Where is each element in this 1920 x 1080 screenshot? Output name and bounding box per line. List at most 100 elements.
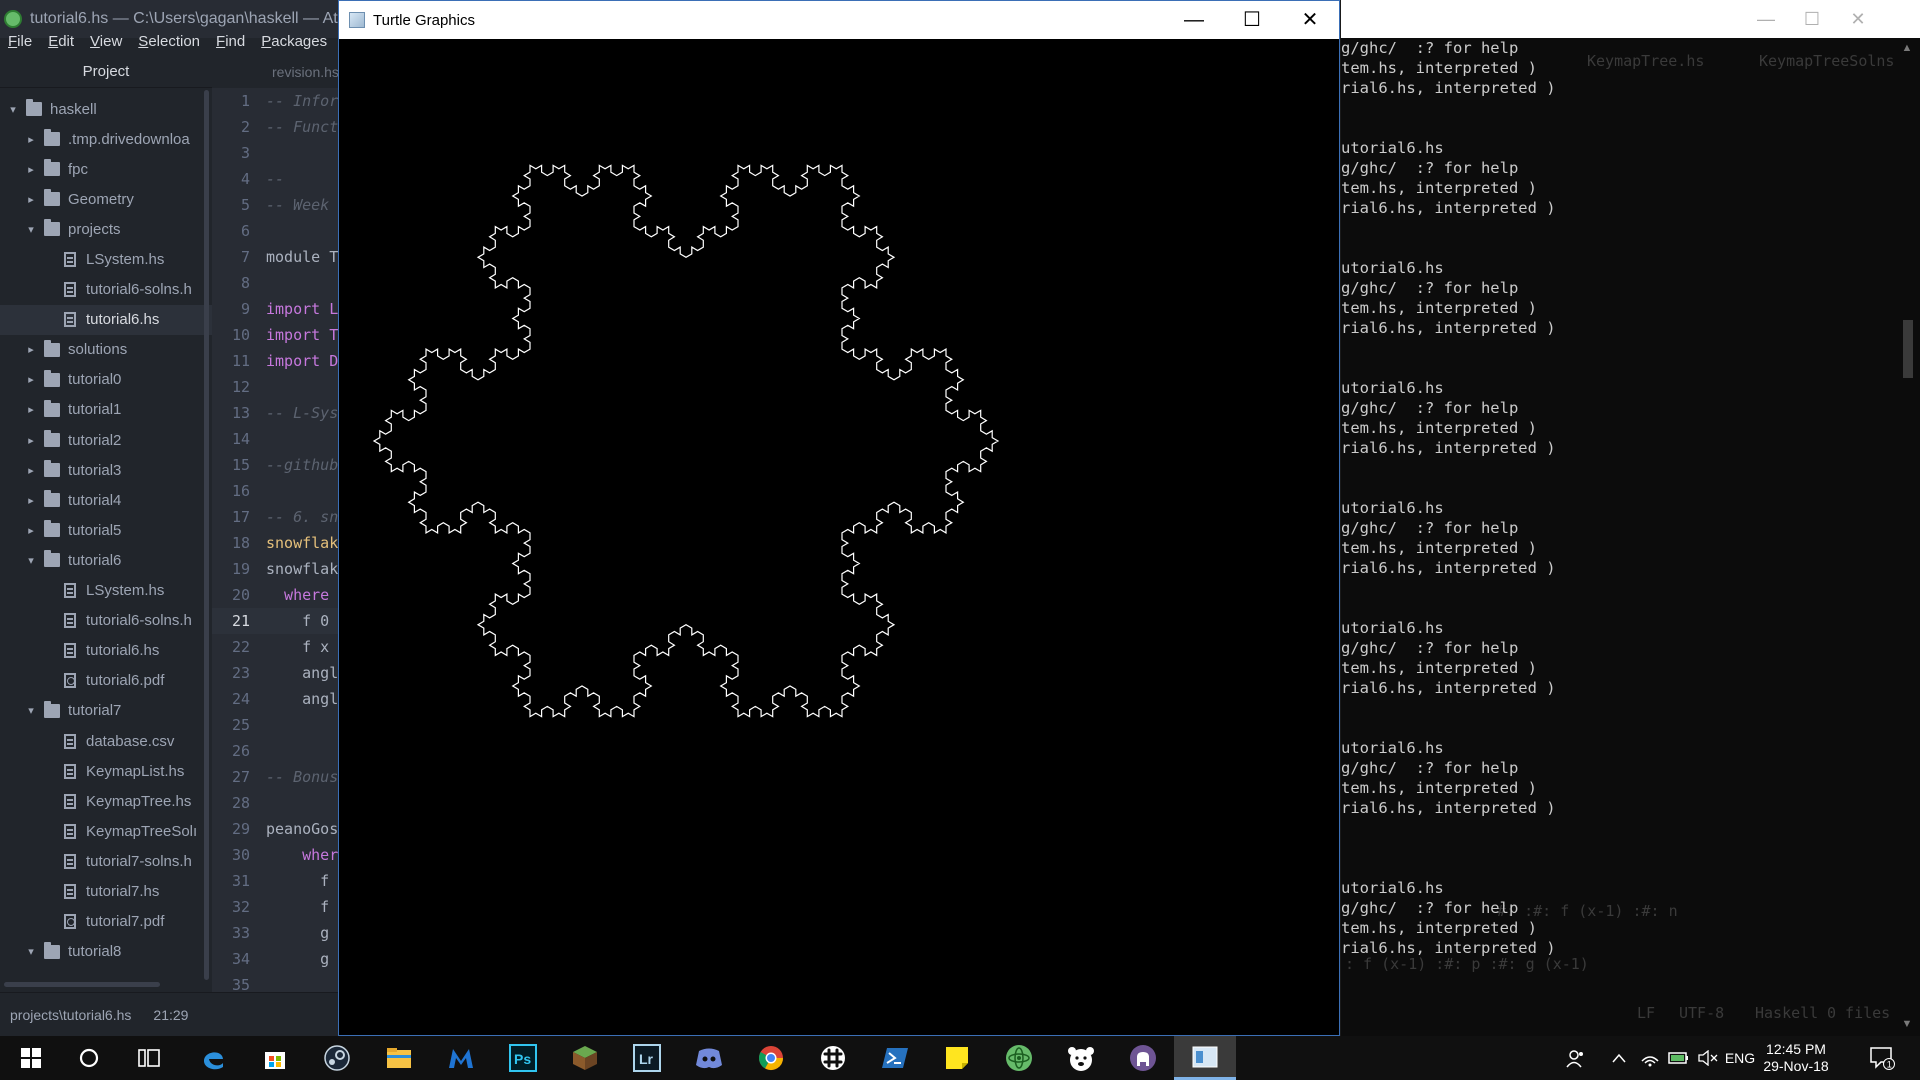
lightroom-button[interactable]: Lr <box>616 1036 678 1080</box>
action-center-button[interactable]: 1 <box>1862 1036 1902 1080</box>
code-line[interactable]: snowflak <box>258 556 340 582</box>
wifi-button[interactable] <box>1636 1036 1664 1080</box>
tree-folder-haskell[interactable]: ▾ haskell <box>0 94 212 124</box>
cortana-button[interactable] <box>58 1036 120 1080</box>
code-line[interactable]: wher <box>258 842 340 868</box>
tree-file-tutorial6-pdf[interactable]: tutorial6.pdf <box>0 666 212 696</box>
slack-button[interactable] <box>802 1036 864 1080</box>
code-line[interactable]: -- Infor <box>258 88 340 114</box>
code-line[interactable]: peanoGos <box>258 816 340 842</box>
minecraft-button[interactable] <box>554 1036 616 1080</box>
scroll-down-arrow-icon[interactable]: ▼ <box>1893 1014 1920 1034</box>
tree-file-lsystem-hs[interactable]: LSystem.hs <box>0 244 212 274</box>
code-line[interactable]: -- Week <box>258 192 340 218</box>
tree-vertical-scrollbar[interactable] <box>204 90 209 980</box>
code-line[interactable]: -- <box>258 166 340 192</box>
code-line[interactable]: f <box>258 894 340 920</box>
tree-folder-tutorial2[interactable]: ▸ tutorial2 <box>0 425 212 455</box>
tree-folder-tutorial4[interactable]: ▸ tutorial4 <box>0 485 212 515</box>
tree-file-lsystem-hs[interactable]: LSystem.hs <box>0 576 212 606</box>
turtle-titlebar[interactable]: Turtle Graphics — ☐ ✕ <box>339 1 1339 39</box>
code-line[interactable]: f x <box>258 634 340 660</box>
code-line[interactable]: import D <box>258 348 340 374</box>
people-button[interactable] <box>1558 1036 1594 1080</box>
code-line[interactable]: -- L-Sys <box>258 400 340 426</box>
code-line[interactable] <box>258 426 340 452</box>
code-line[interactable]: f 0 <box>258 608 340 634</box>
malwarebytes-button[interactable] <box>430 1036 492 1080</box>
menu-item-find[interactable]: Find <box>216 33 253 50</box>
chrome-button[interactable] <box>740 1036 802 1080</box>
code-editor[interactable]: -- Infor -- Funct -- -- Week module T import … <box>258 88 340 992</box>
terminal-scroll-thumb[interactable] <box>1903 320 1913 378</box>
discord-button[interactable] <box>678 1036 740 1080</box>
turtle-minimize-button[interactable]: — <box>1165 1 1223 39</box>
edge-button[interactable] <box>182 1036 244 1080</box>
file-explorer-button[interactable] <box>368 1036 430 1080</box>
menu-item-edit[interactable]: Edit <box>48 33 82 50</box>
turtle-close-button[interactable]: ✕ <box>1281 1 1339 39</box>
tree-folder-geometry[interactable]: ▸ Geometry <box>0 184 212 214</box>
code-line[interactable]: where <box>258 582 340 608</box>
status-file-path[interactable]: projects\tutorial6.hs <box>10 1007 131 1023</box>
store-button[interactable] <box>244 1036 306 1080</box>
menu-item-file[interactable]: File <box>8 33 40 50</box>
tree-file-database-csv[interactable]: database.csv <box>0 726 212 756</box>
status-cursor-position[interactable]: 21:29 <box>153 1007 188 1023</box>
tree-file-tutorial6-solns-h[interactable]: tutorial6-solns.h <box>0 606 212 636</box>
tree-folder-tutorial5[interactable]: ▸ tutorial5 <box>0 515 212 545</box>
tree-folder-projects[interactable]: ▾ projects <box>0 214 212 244</box>
tree-header[interactable]: Project <box>0 56 212 88</box>
tree-file-keymaplist-hs[interactable]: KeymapList.hs <box>0 756 212 786</box>
tree-folder-tutorial8[interactable]: ▾ tutorial8 <box>0 937 212 967</box>
system-clock[interactable]: 12:45 PM 29-Nov-18 <box>1756 1036 1836 1080</box>
sticky-notes-button[interactable] <box>926 1036 988 1080</box>
atom-button[interactable] <box>988 1036 1050 1080</box>
bear-app-button[interactable] <box>1050 1036 1112 1080</box>
scroll-up-arrow-icon[interactable]: ▲ <box>1893 38 1920 58</box>
code-line[interactable]: g <box>258 946 340 972</box>
menu-item-selection[interactable]: Selection <box>138 33 208 50</box>
tree-folder-tutorial0[interactable]: ▸ tutorial0 <box>0 365 212 395</box>
code-line[interactable]: angl <box>258 686 340 712</box>
tree-file-keymaptree-hs[interactable]: KeymapTree.hs <box>0 786 212 816</box>
code-line[interactable] <box>258 790 340 816</box>
code-line[interactable] <box>258 972 340 992</box>
tree-file-tutorial7-solns-h[interactable]: tutorial7-solns.h <box>0 846 212 876</box>
powershell-button[interactable] <box>864 1036 926 1080</box>
tree-file-tutorial7-hs[interactable]: tutorial7.hs <box>0 876 212 906</box>
code-line[interactable]: import L <box>258 296 340 322</box>
code-line[interactable]: --github <box>258 452 340 478</box>
battery-button[interactable] <box>1664 1036 1694 1080</box>
code-line[interactable] <box>258 712 340 738</box>
tree-file-tutorial6-hs[interactable]: tutorial6.hs <box>0 304 212 335</box>
code-line[interactable] <box>258 374 340 400</box>
code-line[interactable]: -- Funct <box>258 114 340 140</box>
menu-item-packages[interactable]: Packages <box>261 33 335 50</box>
tree-folder-tutorial3[interactable]: ▸ tutorial3 <box>0 455 212 485</box>
tab-revision[interactable]: revision.hs <box>272 64 339 80</box>
code-line[interactable]: -- Bonus <box>258 764 340 790</box>
tree-folder--tmp-drivedownloa[interactable]: ▸ .tmp.drivedownloa <box>0 124 212 154</box>
code-line[interactable] <box>258 738 340 764</box>
code-line[interactable]: angl <box>258 660 340 686</box>
code-line[interactable]: g <box>258 920 340 946</box>
start-button[interactable] <box>0 1036 62 1080</box>
turtle-graphics-taskbar-button[interactable] <box>1174 1036 1236 1080</box>
code-line[interactable]: -- 6. sn <box>258 504 340 530</box>
code-line[interactable] <box>258 478 340 504</box>
tree-folder-tutorial6[interactable]: ▾ tutorial6 <box>0 545 212 575</box>
code-line[interactable]: f <box>258 868 340 894</box>
code-line[interactable] <box>258 140 340 166</box>
tree-folder-solutions[interactable]: ▸ solutions <box>0 335 212 365</box>
code-line[interactable]: import T <box>258 322 340 348</box>
task-view-button[interactable] <box>118 1036 180 1080</box>
code-line[interactable] <box>258 218 340 244</box>
tree-folder-fpc[interactable]: ▸ fpc <box>0 154 212 184</box>
tree-folder-tutorial1[interactable]: ▸ tutorial1 <box>0 395 212 425</box>
turtle-maximize-button[interactable]: ☐ <box>1223 1 1281 39</box>
code-line[interactable]: module T <box>258 244 340 270</box>
tree-folder-tutorial7[interactable]: ▾ tutorial7 <box>0 696 212 726</box>
github-desktop-button[interactable] <box>1112 1036 1174 1080</box>
code-line[interactable]: snowflak <box>258 530 340 556</box>
